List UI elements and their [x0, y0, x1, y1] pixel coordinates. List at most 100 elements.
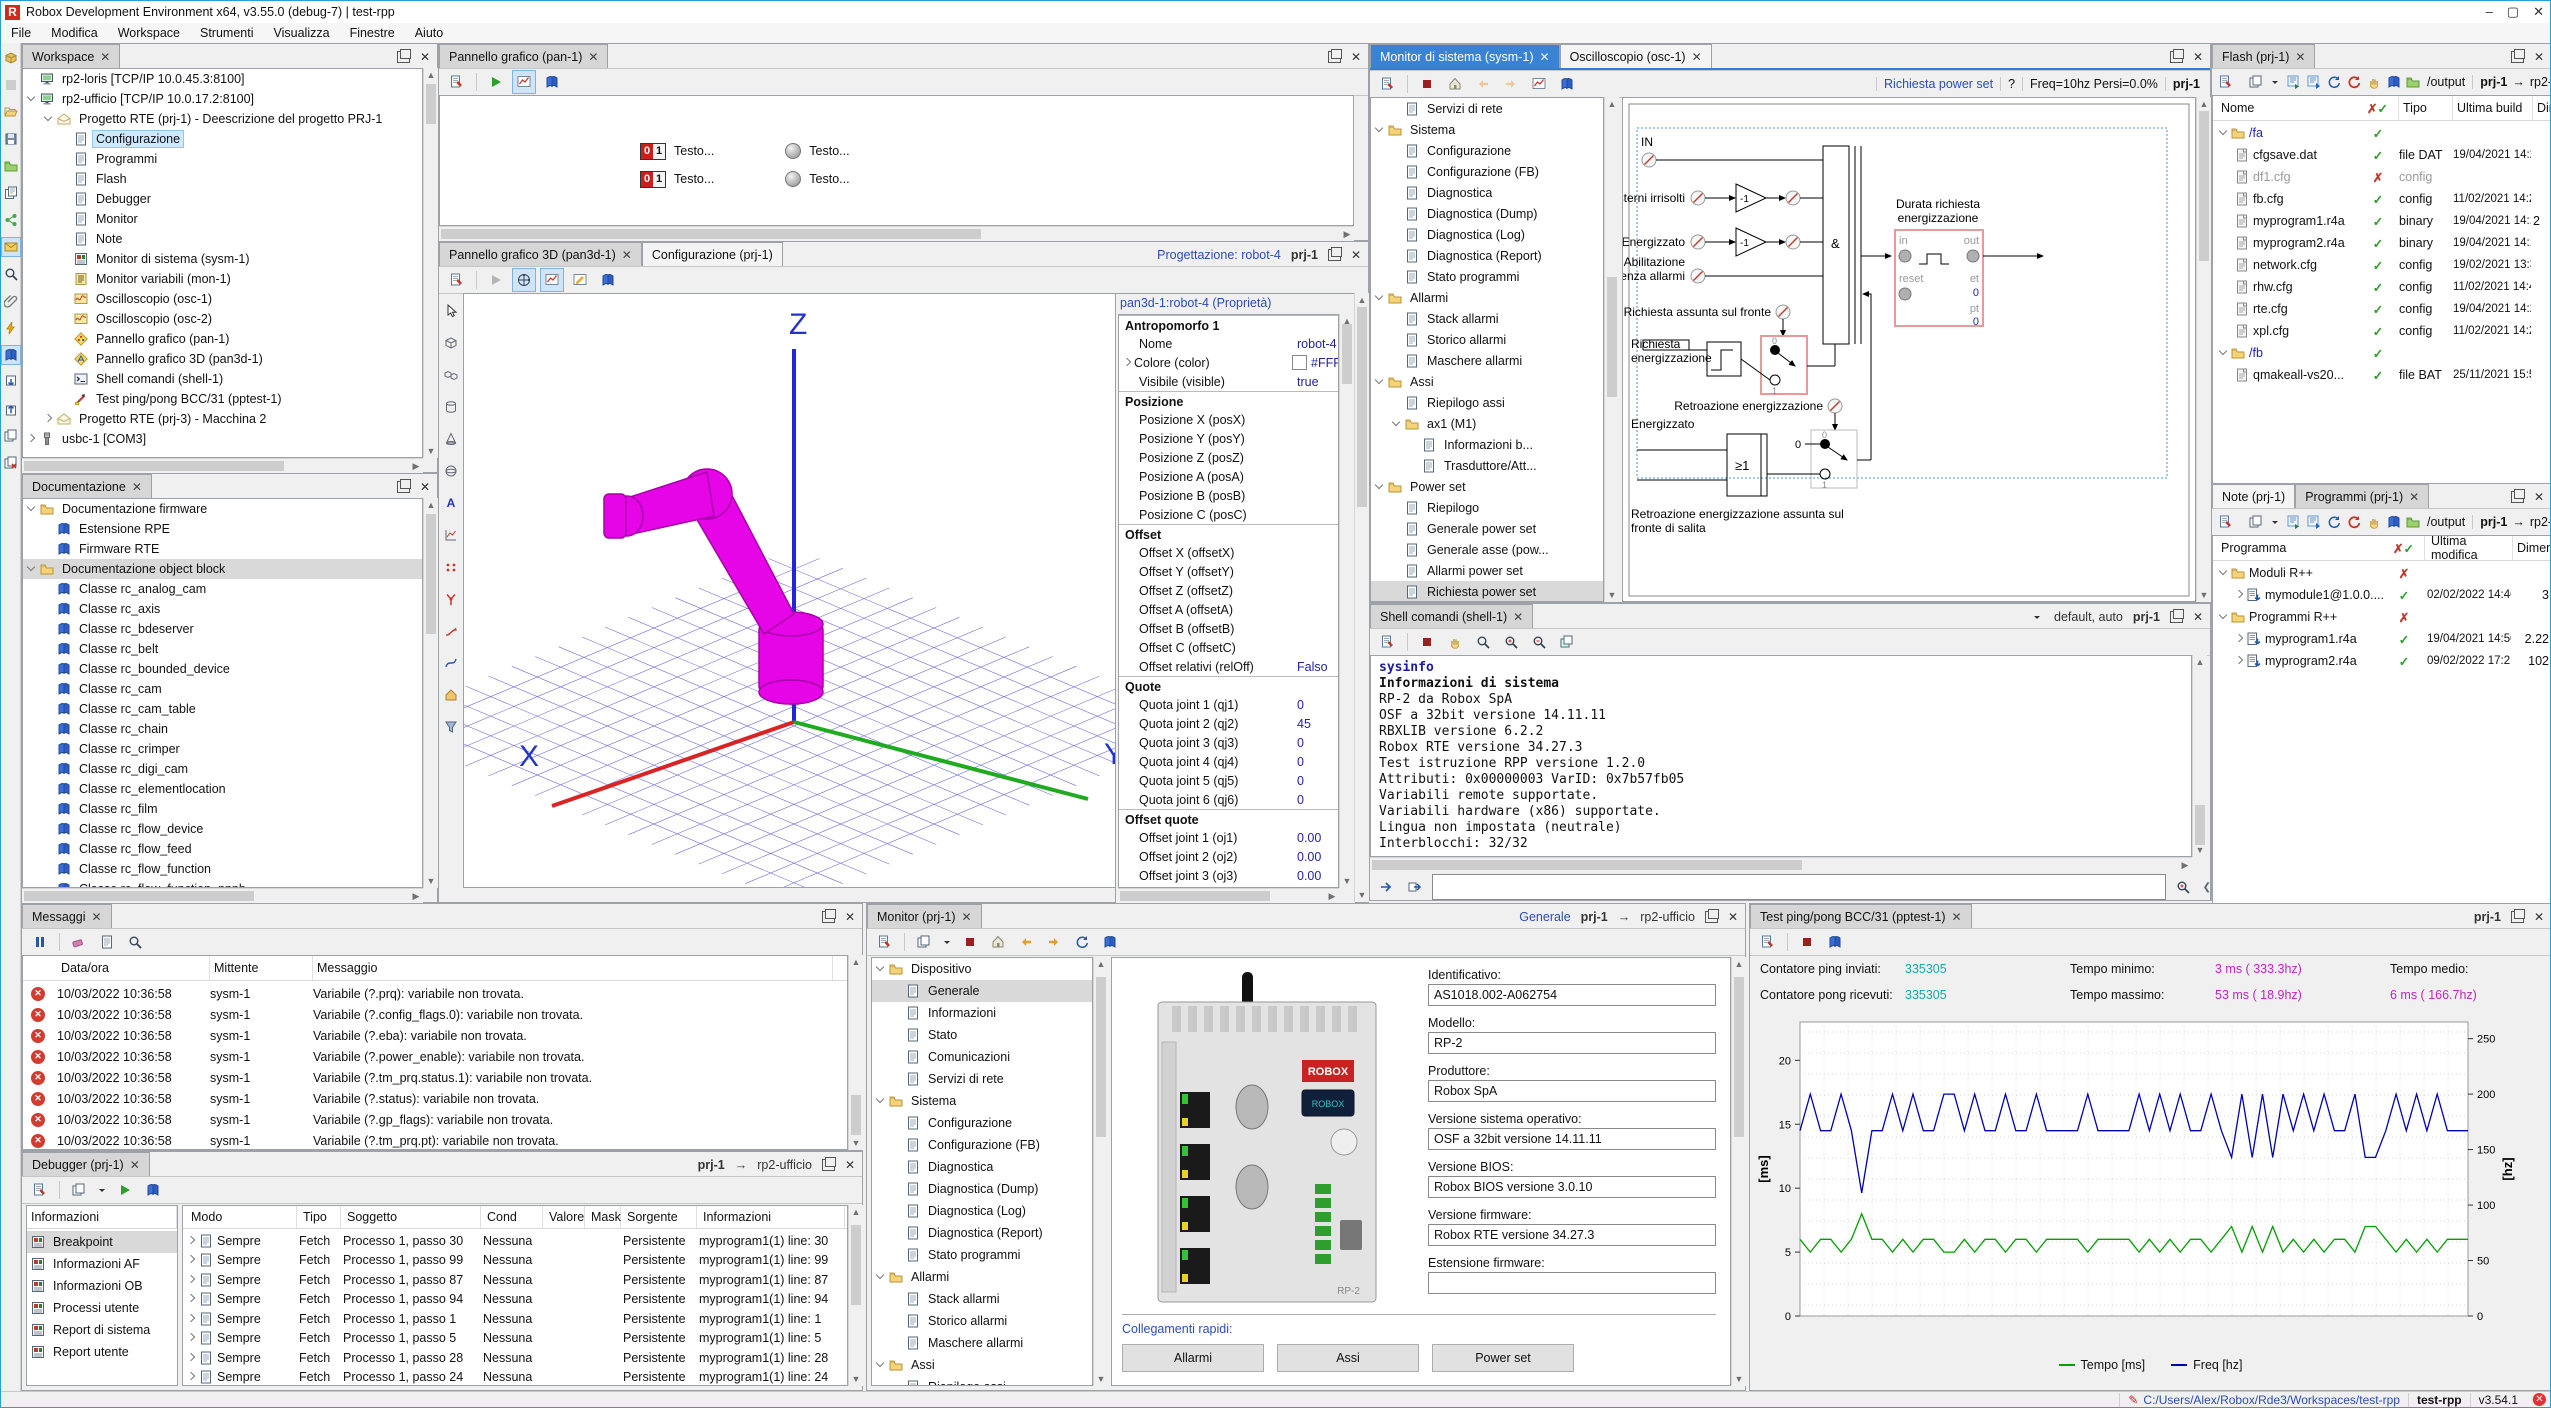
tab-osc1[interactable]: Oscilloscopio (osc-1)✕ [1560, 44, 1712, 68]
launcher-cube-button[interactable] [2, 49, 20, 67]
property-row[interactable]: Posizione C (posC) [1119, 505, 1338, 524]
undock-icon[interactable] [822, 1159, 835, 1171]
monitor-tree-item[interactable]: Dispositivo [872, 958, 1092, 980]
boxes-button[interactable] [439, 363, 463, 387]
tab-close-icon[interactable]: ✕ [1952, 910, 1962, 924]
scroll-down-arrow[interactable]: ▼ [1094, 1372, 1108, 1386]
scrollbar-thumb[interactable] [1372, 860, 1802, 870]
monitor-tree-item[interactable]: Generale [872, 980, 1092, 1002]
programmi-row[interactable]: Programmi R++✗ [2213, 606, 2550, 628]
documentazione-tree-item[interactable]: Classe rc_chain [23, 719, 422, 739]
lamp-indicator[interactable] [785, 171, 801, 187]
workspace-tree-item[interactable]: Oscilloscopio (osc-1) [23, 289, 422, 309]
book-button[interactable] [596, 268, 620, 292]
scroll-right-arrow[interactable]: ▶ [2178, 858, 2192, 872]
workspace-tree-item[interactable]: usbc-1 [COM3] [23, 429, 422, 449]
menu-visualizza[interactable]: Visualizza [264, 23, 340, 43]
documentazione-tree-item[interactable]: Classe rc_bdeserver [23, 619, 422, 639]
expander-icon[interactable] [2219, 349, 2227, 357]
workspace-tree-item[interactable]: Debugger [23, 189, 422, 209]
caret-down-button[interactable] [2268, 510, 2282, 534]
history-back-button[interactable] [1374, 875, 1398, 899]
message-row[interactable]: ✕10/03/2022 10:36:58sysm-1Variabile (?.t… [23, 1130, 847, 1150]
scroll-down-arrow[interactable]: ▼ [849, 1372, 863, 1386]
spline-button[interactable] [439, 651, 463, 675]
breakpoint-row[interactable]: SempreFetchProcesso 1, passo 28NessunaPe… [183, 1348, 847, 1367]
messaggi-col-header[interactable]: Messaggio [313, 956, 833, 980]
scroll-down-arrow[interactable]: ▼ [1732, 1372, 1746, 1386]
field-value[interactable]: Robox SpA [1428, 1080, 1716, 1102]
eraser-button[interactable] [67, 930, 91, 954]
tab-pan1[interactable]: Pannello grafico (pan-1)✕ [439, 44, 608, 68]
expander-icon[interactable] [187, 1334, 195, 1342]
expander-icon[interactable] [876, 1097, 884, 1105]
book-button[interactable] [1555, 72, 1579, 96]
launcher-save-button[interactable] [2, 130, 20, 148]
documentazione-tree-item[interactable]: Classe rc_digi_cam [23, 759, 422, 779]
home-button[interactable] [986, 930, 1010, 954]
property-section[interactable]: Quote [1119, 676, 1338, 696]
expander-icon[interactable] [2219, 569, 2227, 577]
message-row[interactable]: ✕10/03/2022 10:36:58sysm-1Variabile (?.g… [23, 1109, 847, 1130]
monitor-tree-item[interactable]: Diagnostica (Log) [872, 1200, 1092, 1222]
workspace-tree-item[interactable]: Progetto RTE (prj-1) - Deescrizione del … [23, 109, 422, 129]
documentazione-tree-item[interactable]: Firmware RTE [23, 539, 422, 559]
vertical-scrollbar[interactable]: ▲▼ [1339, 314, 1354, 888]
sysmon-tree-item[interactable]: Sistema [1371, 119, 1603, 140]
property-row[interactable]: Offset Z (offsetZ) [1119, 581, 1338, 600]
debugger-nav-item[interactable]: Report di sistema [27, 1319, 177, 1341]
messaggi-col-header[interactable]: Data/ora [57, 956, 210, 980]
expander-icon[interactable] [187, 1295, 195, 1303]
cone-button[interactable] [439, 427, 463, 451]
arrow-right-button[interactable] [1499, 72, 1523, 96]
tab-debugger[interactable]: Debugger (prj-1)✕ [22, 1152, 150, 1176]
sysmon-tree-item[interactable]: Configurazione [1371, 140, 1603, 161]
panel-close-icon[interactable]: ✕ [420, 50, 430, 64]
scrollbar-thumb[interactable] [24, 461, 284, 471]
sysmon-tree-item[interactable]: Riepilogo [1371, 497, 1603, 518]
tab-pptest[interactable]: Test ping/pong BCC/31 (pptest-1)✕ [1750, 904, 1972, 928]
layers-button[interactable] [1555, 630, 1579, 654]
minimize-button[interactable]: – [2486, 4, 2493, 20]
vertical-scrollbar[interactable]: ▲▼ [848, 1205, 863, 1386]
documentazione-tree-item[interactable]: Classe rc_flow_function [23, 859, 422, 879]
caret-down-button[interactable] [95, 1178, 109, 1202]
undock-icon[interactable] [397, 51, 410, 63]
menu-workspace[interactable]: Workspace [108, 23, 190, 43]
flash-row[interactable]: cfgsave.dat✓file DAT19/04/2021 14:23:33 [2213, 144, 2550, 166]
menu-file[interactable]: File [1, 23, 41, 43]
workspace-tree-item[interactable]: Progetto RTE (prj-3) - Macchina 2 [23, 409, 422, 429]
panel-close-icon[interactable]: ✕ [2534, 50, 2544, 64]
build-button[interactable] [2286, 70, 2302, 94]
play-gray-button[interactable] [484, 268, 508, 292]
scrollbar-thumb[interactable] [1357, 307, 1367, 507]
arrow-left-button[interactable] [1014, 930, 1038, 954]
property-row[interactable]: Colore (color)#FFFFFF [1119, 353, 1338, 372]
scroll-up-arrow[interactable]: ▲ [1732, 957, 1746, 971]
scrollbar-thumb[interactable] [851, 1225, 861, 1305]
property-row[interactable]: Posizione B (posB) [1119, 486, 1338, 505]
workspace-tree-item[interactable]: Test ping/pong BCC/31 (pptest-1) [23, 389, 422, 409]
copy-button[interactable] [2248, 70, 2264, 94]
chart-button[interactable] [512, 70, 536, 94]
workspace-tree-item[interactable]: Note [23, 229, 422, 249]
horizontal-scrollbar[interactable]: ◀▶ [1370, 857, 2192, 872]
undock-icon[interactable] [1705, 911, 1718, 923]
horizontal-scrollbar[interactable]: ◀▶ [22, 888, 423, 903]
sysmon-tree-item[interactable]: Generale power set [1371, 518, 1603, 539]
stop-button[interactable] [1795, 930, 1819, 954]
expander-icon[interactable] [27, 505, 35, 513]
hand-button[interactable] [2366, 510, 2382, 534]
scroll-right-arrow[interactable]: ▶ [409, 889, 423, 903]
refresh-red-button[interactable] [2346, 510, 2362, 534]
book-button[interactable] [141, 1178, 165, 1202]
scrollbar-thumb[interactable] [426, 84, 436, 124]
sysmon-tree-item[interactable]: Allarmi power set [1371, 560, 1603, 581]
messaggi-col-header[interactable]: Mittente [210, 956, 313, 980]
scroll-down-arrow[interactable]: ▼ [2197, 588, 2211, 602]
menu-strumenti[interactable]: Strumenti [190, 23, 264, 43]
documentazione-tree-item[interactable]: Documentazione firmware [23, 499, 422, 519]
stop-button[interactable] [1415, 630, 1439, 654]
tab-monitor[interactable]: Monitor (prj-1)✕ [867, 904, 982, 928]
monitor-tree-item[interactable]: Sistema [872, 1090, 1092, 1112]
